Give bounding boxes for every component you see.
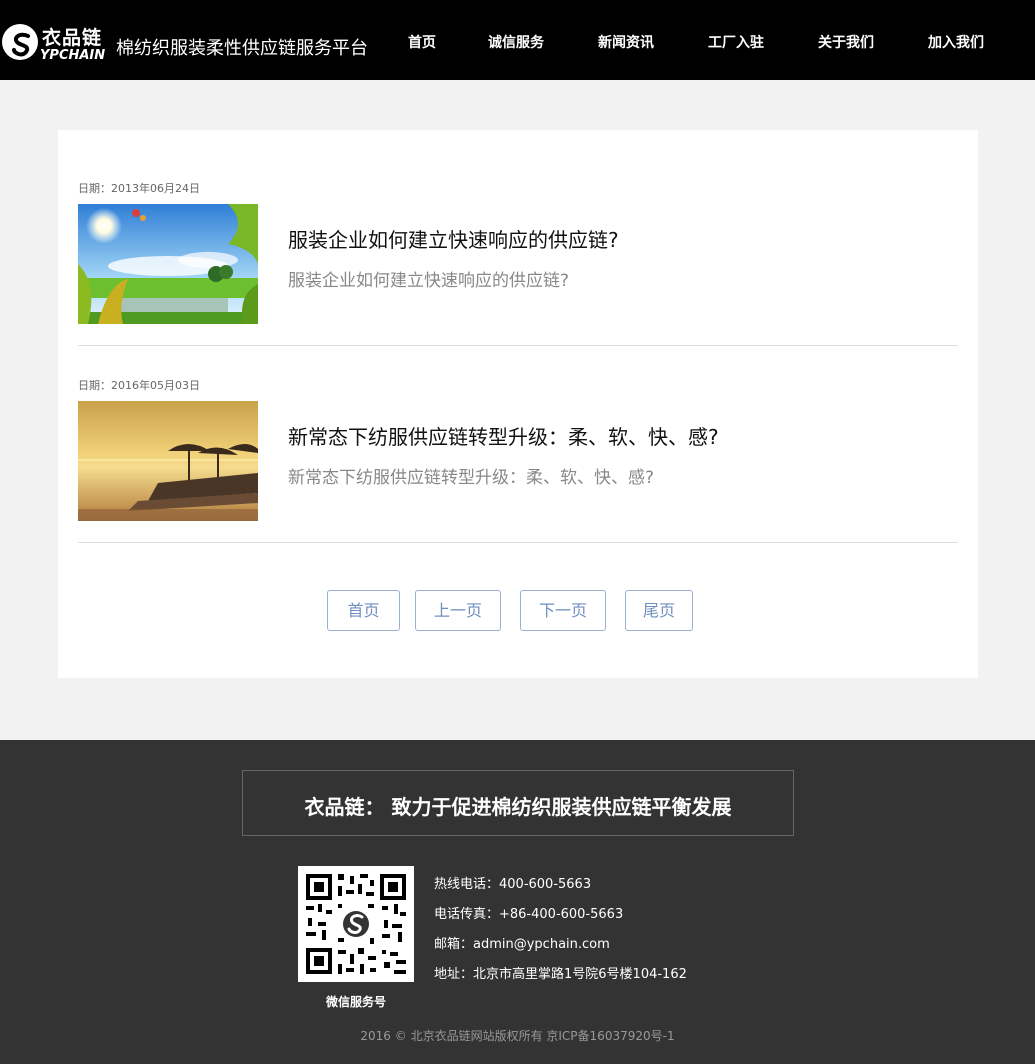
- hotline-text: 热线电话：400-600-5663: [434, 877, 592, 892]
- article-list-card: 日期：2013年06月24日 服装企业如何建立快速响应的供应链? 服装企业如何建…: [58, 130, 978, 678]
- last-page-button[interactable]: 尾页: [625, 590, 693, 631]
- main-nav: 首页 诚信服务 新闻资讯 工厂入驻 关于我们 加入我们: [0, 32, 1035, 52]
- article-title-link[interactable]: 服装企业如何建立快速响应的供应链?: [288, 224, 619, 253]
- article-date: 日期：2016年05月03日: [78, 379, 200, 392]
- wechat-qr-code-icon: [298, 866, 414, 982]
- article-date: 日期：2013年06月24日: [78, 182, 200, 195]
- nav-item-factory-join[interactable]: 工厂入驻: [708, 32, 764, 52]
- nav-item-home[interactable]: 首页: [408, 32, 436, 52]
- slogan-box: 衣品链： 致力于促进棉纺织服装供应链平衡发展: [242, 770, 794, 836]
- nav-item-integrity-service[interactable]: 诚信服务: [488, 32, 544, 52]
- site-footer: 衣品链： 致力于促进棉纺织服装供应链平衡发展 微信服务号 热线电话：400-60…: [0, 740, 1035, 1064]
- list-item: 日期：2013年06月24日 服装企业如何建立快速响应的供应链? 服装企业如何建…: [78, 180, 958, 346]
- prev-page-button[interactable]: 上一页: [415, 590, 501, 631]
- nav-item-join-us[interactable]: 加入我们: [928, 32, 984, 52]
- article-summary: 新常态下纺服供应链转型升级：柔、软、快、感?: [288, 468, 655, 488]
- qr-label: 微信服务号: [325, 995, 386, 1009]
- footer-slogan: 衣品链： 致力于促进棉纺织服装供应链平衡发展: [304, 795, 732, 819]
- site-header: 衣品链 YPCHAIN 棉纺织服装柔性供应链服务平台 首页 诚信服务 新闻资讯 …: [0, 0, 1035, 80]
- copyright-text: 2016 © 北京衣品链网站版权所有 京ICP备16037920号-1: [360, 1029, 675, 1043]
- beach-sunset-image[interactable]: [78, 401, 258, 521]
- article-summary: 服装企业如何建立快速响应的供应链?: [288, 271, 570, 291]
- address-text: 地址：北京市高里掌路1号院6号楼104-162: [434, 967, 687, 982]
- nav-item-news[interactable]: 新闻资讯: [598, 32, 654, 52]
- email-text: 邮箱：admin@ypchain.com: [434, 937, 610, 952]
- article-title-link[interactable]: 新常态下纺服供应链转型升级：柔、软、快、感?: [288, 421, 719, 450]
- first-page-button[interactable]: 首页: [327, 590, 400, 631]
- list-item: 日期：2016年05月03日 新常态下纺服供应链转型升级：柔、软、快、感? 新常…: [78, 377, 958, 543]
- fax-text: 电话传真：+86-400-600-5663: [434, 907, 624, 922]
- next-page-button[interactable]: 下一页: [520, 590, 606, 631]
- pagination: 首页 上一页 下一页 尾页: [58, 590, 978, 632]
- nav-item-about-us[interactable]: 关于我们: [818, 32, 874, 52]
- meadow-landscape-image[interactable]: [78, 204, 258, 324]
